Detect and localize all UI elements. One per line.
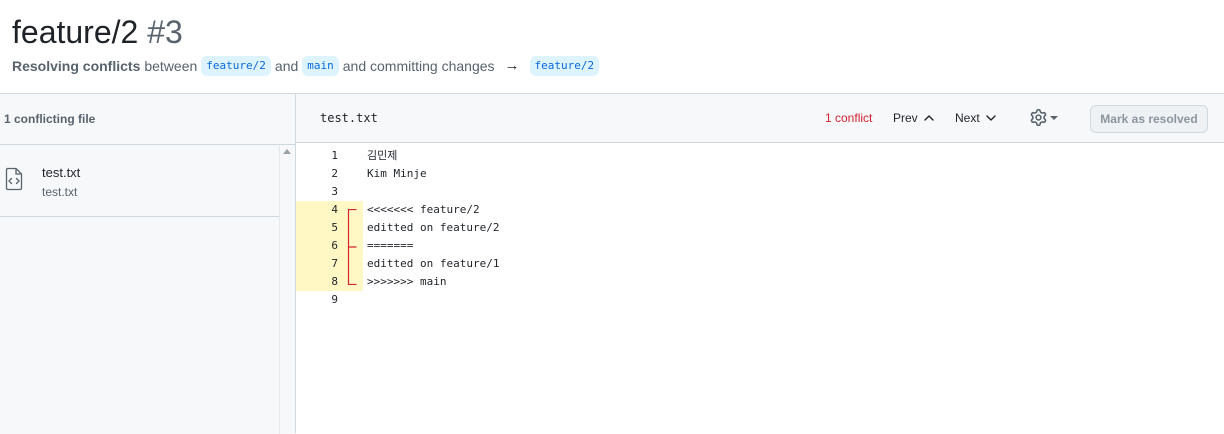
arrow-right-icon: →: [504, 57, 520, 74]
line-gutter: 9: [296, 291, 363, 309]
line-text[interactable]: Kim Minje: [367, 165, 427, 183]
file-path: test.txt: [42, 185, 78, 199]
line-text[interactable]: >>>>>>> main: [367, 273, 446, 291]
conflict-line: 5 editted on feature/2: [296, 219, 1224, 237]
next-conflict-button[interactable]: Next: [955, 94, 997, 142]
scroll-up-arrow-icon[interactable]: [283, 149, 291, 154]
chevron-up-icon: [923, 115, 934, 121]
page-title: feature/2 #3: [12, 12, 183, 52]
editor-settings-button[interactable]: [1030, 109, 1058, 126]
conflict-line: 7 editted on feature/1: [296, 255, 1224, 273]
conflict-file-item[interactable]: test.txt test.txt: [0, 145, 279, 217]
pr-number: #3: [147, 14, 183, 50]
code-editor[interactable]: 1 김민제 2 Kim Minje 3 4 <<<<<<< feature/2 …: [296, 143, 1224, 433]
line-number: 9: [331, 293, 338, 306]
line-text[interactable]: <<<<<<< feature/2: [367, 201, 480, 219]
conflict-line: 6 =======: [296, 237, 1224, 255]
prev-conflict-button[interactable]: Prev: [893, 94, 935, 142]
caret-down-icon: [1050, 115, 1058, 120]
line-gutter: 3: [296, 183, 363, 201]
sidebar-scrollbar[interactable]: [279, 145, 295, 434]
subtitle-committing: and committing changes: [342, 58, 495, 74]
code-line: 3: [296, 183, 1224, 201]
conflicting-files-heading: 1 conflicting file: [0, 94, 295, 145]
target-branch-label[interactable]: feature/2: [529, 56, 600, 76]
gear-icon: [1030, 109, 1047, 126]
line-text[interactable]: 김민제: [367, 147, 397, 165]
conflict-file-sidebar: 1 conflicting file test.txt test.txt: [0, 93, 296, 434]
line-gutter: 1: [296, 147, 363, 165]
conflict-file-list: test.txt test.txt: [0, 145, 279, 434]
page-subtitle: Resolving conflicts between feature/2 an…: [12, 55, 600, 77]
head-branch-label[interactable]: feature/2: [201, 56, 271, 76]
page-header: feature/2 #3 Resolving conflicts between…: [0, 0, 1224, 94]
base-branch-label[interactable]: main: [302, 56, 339, 76]
line-number: 1: [331, 149, 338, 162]
editor-toolbar: test.txt 1 conflict Prev Next Mark as re…: [296, 93, 1224, 143]
prev-label: Prev: [893, 111, 918, 125]
next-label: Next: [955, 111, 980, 125]
conflict-bracket-marker: [347, 209, 357, 285]
conflict-line: 4 <<<<<<< feature/2: [296, 201, 1224, 219]
editor-filename: test.txt: [320, 111, 378, 125]
line-gutter: 2: [296, 165, 363, 183]
line-number: 4: [331, 203, 338, 216]
code-line: 1 김민제: [296, 147, 1224, 165]
line-number: 3: [331, 185, 338, 198]
conflict-count: 1 conflict: [825, 111, 873, 125]
title-branch: feature/2: [12, 14, 139, 50]
line-text[interactable]: =======: [367, 237, 413, 255]
line-number: 2: [331, 167, 338, 180]
line-text[interactable]: editted on feature/2: [367, 219, 499, 237]
code-line: 9: [296, 291, 1224, 309]
line-number: 8: [331, 275, 338, 288]
conflict-line: 8 >>>>>>> main: [296, 273, 1224, 291]
file-code-icon: [5, 167, 23, 191]
file-name: test.txt: [42, 165, 81, 180]
line-number: 7: [331, 257, 338, 270]
chevron-down-icon: [985, 115, 996, 121]
mark-as-resolved-button[interactable]: Mark as resolved: [1090, 105, 1208, 133]
line-number: 5: [331, 221, 338, 234]
code-line: 2 Kim Minje: [296, 165, 1224, 183]
line-text[interactable]: editted on feature/1: [367, 255, 499, 273]
subtitle-between: between: [144, 58, 198, 74]
line-number: 6: [331, 239, 338, 252]
subtitle-and: and: [274, 58, 299, 74]
subtitle-strong: Resolving conflicts: [12, 58, 141, 74]
